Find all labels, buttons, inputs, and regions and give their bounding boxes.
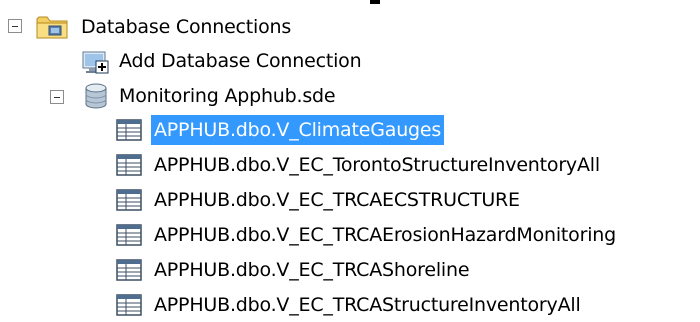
tree-node-label: APPHUB.dbo.V_ClimateGauges <box>151 115 445 145</box>
tree-node-label: APPHUB.dbo.V_EC_TRCAStructureInventoryAl… <box>154 294 581 316</box>
tree-node-label: APPHUB.dbo.V_EC_TRCAShoreline <box>154 259 470 281</box>
tree-node-table[interactable]: APPHUB.dbo.V_EC_TRCAStructureInventoryAl… <box>151 288 584 322</box>
folder-database-icon <box>36 16 68 39</box>
tree-node-label: APPHUB.dbo.V_EC_TRCAECSTRUCTURE <box>154 189 520 211</box>
tree-node-table[interactable]: APPHUB.dbo.V_EC_TRCAShoreline <box>151 253 472 287</box>
table-icon <box>116 259 142 281</box>
tree-node-database-connections[interactable]: Database Connections <box>78 10 294 44</box>
database-cylinder-icon <box>85 83 107 109</box>
tree-node-monitoring-apphub[interactable]: Monitoring Apphub.sde <box>116 79 338 113</box>
tree-node-label: APPHUB.dbo.V_EC_TRCAErosionHazardMonitor… <box>154 224 616 246</box>
tree-node-label: APPHUB.dbo.V_EC_TorontoStructureInventor… <box>154 154 600 176</box>
add-database-connection-icon <box>82 51 109 74</box>
tree-node-add-database-connection[interactable]: Add Database Connection <box>116 44 364 78</box>
tree-node-label: Add Database Connection <box>119 50 362 72</box>
collapse-toggle-database-connections[interactable] <box>8 19 22 33</box>
table-icon <box>116 119 142 141</box>
tree-node-label: Database Connections <box>81 16 292 38</box>
tree-node-table[interactable]: APPHUB.dbo.V_EC_TRCAECSTRUCTURE <box>151 183 523 217</box>
tree-node-label: Monitoring Apphub.sde <box>119 85 336 107</box>
catalog-tree: Database Connections Add Database Connec… <box>0 0 700 318</box>
tree-node-table[interactable]: APPHUB.dbo.V_ClimateGauges <box>151 113 445 147</box>
table-icon <box>116 189 142 211</box>
collapse-toggle-monitoring-apphub[interactable] <box>50 90 64 104</box>
table-icon <box>116 224 142 246</box>
tree-node-table[interactable]: APPHUB.dbo.V_EC_TorontoStructureInventor… <box>151 148 603 182</box>
clipped-text-fragment <box>370 0 380 4</box>
table-icon <box>116 154 142 176</box>
table-icon <box>116 294 142 316</box>
tree-node-table[interactable]: APPHUB.dbo.V_EC_TRCAErosionHazardMonitor… <box>151 218 619 252</box>
